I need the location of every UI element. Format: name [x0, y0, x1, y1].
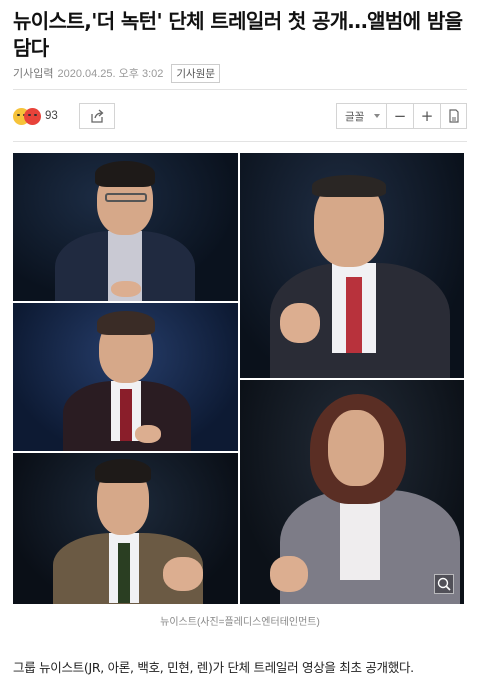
photo-panel-woman	[240, 380, 464, 604]
article-meta: 기사입력 2020.04.25. 오후 3:02 기사원문	[13, 63, 220, 83]
font-select[interactable]: 글꼴	[336, 103, 386, 129]
font-select-label: 글꼴	[345, 110, 365, 123]
photo-panel-man-glasses	[13, 153, 238, 301]
divider	[13, 89, 467, 90]
share-icon	[91, 109, 104, 123]
print-icon	[448, 109, 459, 123]
article-photo	[13, 153, 464, 604]
photo-panel-young-man	[13, 453, 238, 604]
angry-emoji-icon	[24, 107, 41, 125]
share-button[interactable]	[79, 103, 115, 129]
publish-label: 기사입력	[13, 68, 54, 80]
photo-panel-man-gray-hair	[240, 153, 464, 378]
print-button[interactable]	[440, 103, 467, 129]
reaction-count: 93	[45, 110, 58, 122]
font-decrease-button[interactable]: −	[386, 103, 413, 129]
article-toolbar: 93 글꼴 − +	[13, 100, 467, 132]
reaction-button[interactable]: 93	[13, 104, 58, 128]
original-article-button[interactable]: 기사원문	[171, 63, 220, 83]
font-tools: 글꼴 − +	[336, 103, 467, 129]
photo-panel-man-smiling	[13, 303, 238, 451]
zoom-button[interactable]	[434, 574, 454, 594]
chevron-down-icon	[374, 114, 380, 118]
photo-caption: 뉴이스트(사진=플레디스엔터테인먼트)	[160, 617, 320, 628]
zoom-icon	[437, 577, 451, 591]
font-increase-button[interactable]: +	[413, 103, 440, 129]
publish-timestamp: 2020.04.25. 오후 3:02	[57, 68, 164, 80]
article-headline: 뉴이스트,'더 녹턴' 단체 트레일러 첫 공개…앨범에 밤을 담다	[13, 9, 463, 60]
divider	[13, 141, 467, 142]
article-body: 그룹 뉴이스트(JR, 아론, 백호, 민현, 렌)가 단체 트레일러 영상을 …	[13, 660, 414, 675]
